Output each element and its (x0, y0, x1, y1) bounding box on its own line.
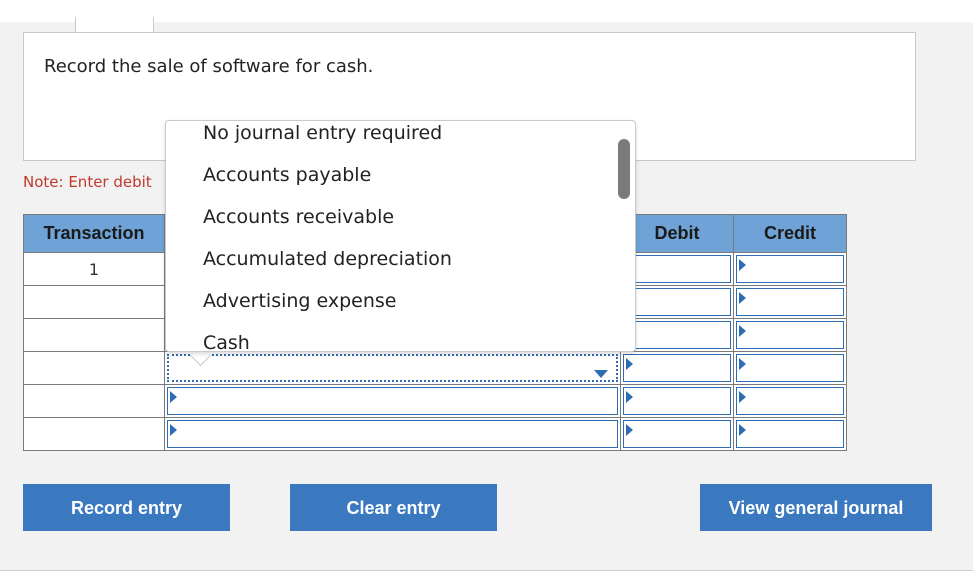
debit-cell[interactable] (620, 285, 734, 319)
account-cell[interactable] (164, 351, 621, 385)
transaction-cell (23, 285, 165, 319)
debit-cell[interactable] (620, 351, 734, 385)
triangle-right-icon (626, 391, 633, 403)
transaction-cell (23, 417, 165, 451)
dropdown-option[interactable]: Accumulated depreciation (203, 248, 452, 270)
account-cell[interactable] (164, 384, 621, 418)
credit-input[interactable] (736, 387, 844, 415)
credit-cell[interactable] (733, 417, 847, 451)
account-cell[interactable] (164, 417, 621, 451)
debit-input[interactable] (623, 288, 731, 316)
dropdown-option[interactable]: Accounts receivable (203, 206, 394, 228)
triangle-right-icon (170, 391, 177, 403)
dropdown-option[interactable]: Cash (203, 332, 250, 351)
credit-cell[interactable] (733, 285, 847, 319)
dropdown-option[interactable]: Accounts payable (203, 164, 371, 186)
credit-input[interactable] (736, 288, 844, 316)
credit-cell[interactable] (733, 384, 847, 418)
credit-input[interactable] (736, 255, 844, 283)
prompt-text: Record the sale of software for cash. (44, 56, 374, 77)
credit-cell[interactable] (733, 252, 847, 286)
dropdown-scrollbar[interactable] (618, 139, 630, 199)
table-row (23, 417, 847, 451)
dropdown-option[interactable]: Advertising expense (203, 290, 397, 312)
table-row (23, 351, 847, 385)
debit-cell[interactable] (620, 318, 734, 352)
credit-cell[interactable] (733, 318, 847, 352)
debit-input[interactable] (623, 354, 731, 382)
clear-entry-button[interactable]: Clear entry (290, 484, 497, 531)
tab-notch (75, 17, 154, 33)
view-general-journal-button[interactable]: View general journal (700, 484, 932, 531)
credit-input[interactable] (736, 354, 844, 382)
triangle-right-icon (626, 358, 633, 370)
caret-down-icon[interactable] (594, 370, 608, 378)
triangle-right-icon (739, 358, 746, 370)
transaction-cell (23, 318, 165, 352)
transaction-cell: 1 (23, 252, 165, 286)
account-input[interactable] (167, 387, 618, 415)
debit-input[interactable] (623, 387, 731, 415)
note-text: Note: Enter debit (23, 173, 152, 191)
divider (0, 570, 973, 571)
debit-input[interactable] (623, 321, 731, 349)
dropdown-option[interactable]: No journal entry required (203, 122, 442, 144)
debit-cell[interactable] (620, 417, 734, 451)
credit-cell[interactable] (733, 351, 847, 385)
account-input[interactable] (167, 420, 618, 448)
debit-input[interactable] (623, 255, 731, 283)
column-header-credit: Credit (733, 214, 847, 253)
triangle-right-icon (739, 424, 746, 436)
account-select[interactable] (167, 354, 618, 382)
table-row (23, 384, 847, 418)
triangle-right-icon (170, 424, 177, 436)
column-header-transaction: Transaction (23, 214, 165, 253)
triangle-right-icon (739, 292, 746, 304)
transaction-cell (23, 384, 165, 418)
triangle-right-icon (739, 391, 746, 403)
account-dropdown-list[interactable]: No journal entry required Accounts payab… (165, 120, 636, 352)
debit-cell[interactable] (620, 252, 734, 286)
credit-input[interactable] (736, 321, 844, 349)
transaction-cell (23, 351, 165, 385)
record-entry-button[interactable]: Record entry (23, 484, 230, 531)
debit-input[interactable] (623, 420, 731, 448)
triangle-right-icon (626, 424, 633, 436)
triangle-right-icon (739, 259, 746, 271)
triangle-right-icon (739, 325, 746, 337)
debit-cell[interactable] (620, 384, 734, 418)
credit-input[interactable] (736, 420, 844, 448)
column-header-debit: Debit (620, 214, 734, 253)
